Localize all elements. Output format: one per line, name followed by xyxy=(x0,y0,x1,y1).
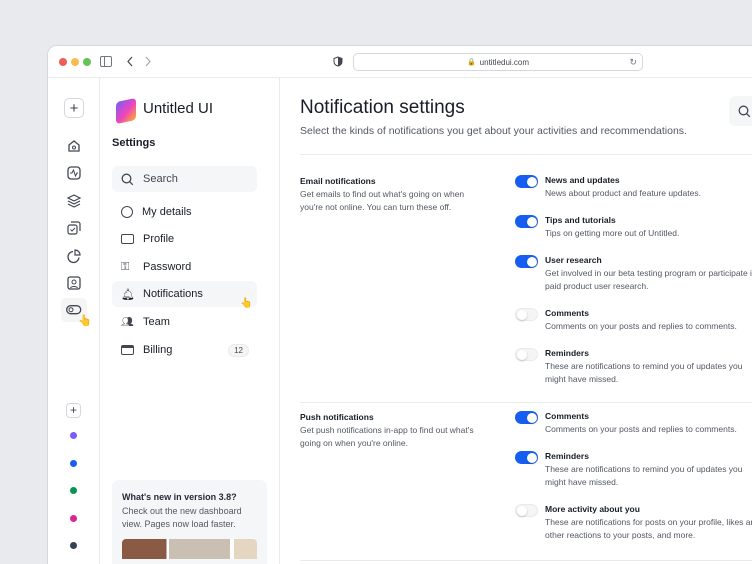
notification-toggle[interactable] xyxy=(515,308,538,321)
workspace-dot-blue[interactable] xyxy=(70,460,77,467)
workspace-dot-purple[interactable] xyxy=(70,432,77,439)
notification-toggle[interactable] xyxy=(515,504,538,517)
url-text: untitledui.com xyxy=(480,58,529,67)
row-title: News and updates xyxy=(545,175,620,185)
activity-icon[interactable] xyxy=(64,163,84,183)
nav-billing[interactable]: Billing 12 xyxy=(112,337,257,363)
notification-toggle[interactable] xyxy=(515,255,538,268)
workspace-dot-green[interactable] xyxy=(70,487,77,494)
promo-title: What's new in version 3.8? xyxy=(122,492,257,502)
row-description: Comments on your posts and replies to co… xyxy=(545,320,752,333)
notification-toggle[interactable] xyxy=(515,411,538,424)
check-square-icon[interactable] xyxy=(64,218,84,238)
row-title: Comments xyxy=(545,308,589,318)
pie-chart-icon[interactable] xyxy=(64,246,84,266)
nav-profile[interactable]: Profile xyxy=(112,226,257,252)
users-icon: 👥︎ xyxy=(121,317,134,328)
id-card-icon xyxy=(121,234,134,244)
shield-icon[interactable] xyxy=(333,56,343,67)
bell-icon: 🔔︎ xyxy=(121,288,134,301)
row-title: Reminders xyxy=(545,451,589,461)
nav-label: Profile xyxy=(143,233,174,245)
section-description: Get push notifications in-app to find ou… xyxy=(300,424,480,449)
promo-image xyxy=(122,539,257,559)
divider xyxy=(300,560,752,561)
search-button[interactable] xyxy=(729,96,752,126)
section-description: Get emails to find out what's going on w… xyxy=(300,188,480,213)
browser-window: 🔒 untitledui.com ↻ + 👆 + Untitled UI Set… xyxy=(47,45,752,564)
page-subtitle: Select the kinds of notifications you ge… xyxy=(300,125,687,137)
row-description: These are notifications to remind you of… xyxy=(545,360,752,385)
row-description: These are notifications for posts on you… xyxy=(545,516,752,541)
pointer-cursor-icon: 👆 xyxy=(240,298,252,309)
row-description: Comments on your posts and replies to co… xyxy=(545,423,752,436)
page-title: Notification settings xyxy=(300,97,465,119)
icon-rail: + 👆 + xyxy=(48,78,100,564)
user-square-icon[interactable] xyxy=(64,273,84,293)
nav-my-details[interactable]: My details xyxy=(112,199,257,225)
sidebar-heading: Settings xyxy=(112,137,155,149)
nav-label: My details xyxy=(142,206,192,218)
minimize-window-button[interactable] xyxy=(71,58,79,66)
back-icon[interactable] xyxy=(126,56,134,67)
nav-notifications[interactable]: 🔔︎ Notifications xyxy=(112,281,257,307)
add-workspace-icon[interactable]: + xyxy=(66,403,81,418)
search-placeholder: Search xyxy=(143,173,178,185)
logo-icon xyxy=(116,98,136,124)
layers-icon[interactable] xyxy=(64,191,84,211)
user-circle-icon xyxy=(121,206,133,218)
search-input[interactable]: Search xyxy=(112,166,257,192)
promo-text: Check out the new dashboard view. Pages … xyxy=(122,505,257,531)
address-bar[interactable]: 🔒 untitledui.com ↻ xyxy=(353,53,643,71)
nav-label: Notifications xyxy=(143,288,203,300)
nav-label: Billing xyxy=(143,344,172,356)
divider xyxy=(300,402,752,403)
reload-icon[interactable]: ↻ xyxy=(629,57,637,68)
whats-new-card: What's new in version 3.8? Check out the… xyxy=(112,480,267,564)
row-description: Tips on getting more out of Untitled. xyxy=(545,227,752,240)
row-title: User research xyxy=(545,255,602,265)
forward-icon[interactable] xyxy=(144,56,152,67)
nav-team[interactable]: 👥︎ Team xyxy=(112,309,257,335)
row-description: Get involved in our beta testing program… xyxy=(545,267,752,292)
maximize-window-button[interactable] xyxy=(83,58,91,66)
billing-badge: 12 xyxy=(228,344,249,357)
row-description: News about product and feature updates. xyxy=(545,187,752,200)
search-icon xyxy=(738,105,751,118)
row-description: These are notifications to remind you of… xyxy=(545,463,752,488)
row-title: Comments xyxy=(545,411,589,421)
section-title: Push notifications xyxy=(300,412,374,422)
brand-name: Untitled UI xyxy=(143,100,213,117)
home-icon[interactable] xyxy=(64,136,84,156)
pointer-cursor-icon: 👆 xyxy=(78,314,92,327)
search-icon xyxy=(121,173,134,186)
settings-sidebar: Untitled UI Settings Search My details P… xyxy=(100,78,280,564)
browser-titlebar: 🔒 untitledui.com ↻ xyxy=(48,46,752,78)
section-title: Email notifications xyxy=(300,176,376,186)
notification-toggle[interactable] xyxy=(515,175,538,188)
credit-card-icon xyxy=(121,345,134,355)
lock-icon: 🔒 xyxy=(467,58,476,66)
nav-label: Password xyxy=(143,261,191,273)
sidebar-toggle-icon[interactable] xyxy=(100,56,112,67)
workspace-dot-dark[interactable] xyxy=(70,542,77,549)
nav-label: Team xyxy=(143,316,170,328)
row-title: Reminders xyxy=(545,348,589,358)
nav-password[interactable]: ⚿ Password xyxy=(112,254,257,280)
divider xyxy=(300,154,752,155)
workspace-dot-pink[interactable] xyxy=(70,515,77,522)
close-window-button[interactable] xyxy=(59,58,67,66)
notification-toggle[interactable] xyxy=(515,451,538,464)
key-icon: ⚿ xyxy=(121,261,134,274)
row-title: Tips and tutorials xyxy=(545,215,616,225)
add-icon[interactable]: + xyxy=(64,98,84,118)
notification-toggle[interactable] xyxy=(515,348,538,361)
row-title: More activity about you xyxy=(545,504,640,514)
main-content: Notification settings Select the kinds o… xyxy=(280,78,752,564)
notification-toggle[interactable] xyxy=(515,215,538,228)
